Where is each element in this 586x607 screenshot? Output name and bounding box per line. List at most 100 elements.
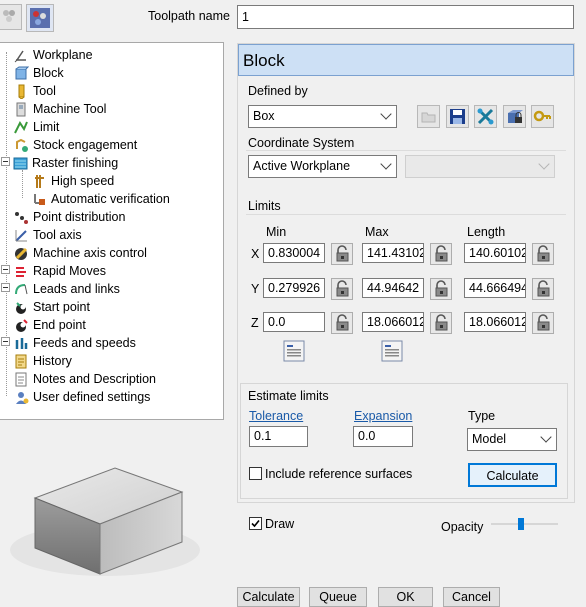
tool-axis-icon	[14, 228, 28, 242]
block-lock-icon[interactable]	[503, 105, 526, 128]
notes-icon	[14, 372, 28, 387]
chevron-down-icon	[380, 108, 392, 120]
preview-icon[interactable]	[26, 4, 54, 32]
length-header: Length	[467, 225, 506, 239]
z-length-input[interactable]: 18.066012	[464, 312, 526, 332]
lock-icon[interactable]	[331, 243, 353, 265]
tree-expander-icon[interactable]	[1, 265, 10, 274]
tree-expander-icon[interactable]	[1, 157, 10, 166]
expansion-input[interactable]: 0.0	[353, 426, 413, 447]
min-table-icon[interactable]	[283, 340, 305, 362]
tree-item-label: Tool	[33, 84, 56, 98]
opacity-slider-thumb[interactable]	[518, 518, 524, 530]
tree-item-label: Start point	[33, 300, 90, 314]
panel-title: Block	[243, 51, 285, 70]
tolerance-input[interactable]: 0.1	[249, 426, 308, 447]
include-reference-label: Include reference surfaces	[265, 467, 413, 481]
tree-item-label: User defined settings	[33, 390, 151, 404]
key-icon[interactable]	[531, 105, 554, 128]
lock-icon[interactable]	[532, 243, 554, 265]
tree-connector	[22, 170, 23, 198]
axis-label-y: Y	[251, 282, 260, 296]
tree-expander-icon[interactable]	[1, 337, 10, 346]
high-speed-icon	[32, 174, 46, 188]
opacity-slider[interactable]	[491, 518, 558, 530]
chevron-down-icon	[540, 431, 552, 443]
toolpath-name-input[interactable]: 1	[237, 5, 574, 29]
draw-label: Draw	[265, 517, 295, 531]
panel-title-bar: Block	[238, 44, 574, 76]
queue-button[interactable]: Queue	[309, 587, 367, 607]
axis-label-z: Z	[251, 316, 259, 330]
include-reference-checkbox[interactable]	[249, 467, 262, 480]
opacity-slider-track	[491, 523, 558, 525]
x-min-input[interactable]: 0.830004	[263, 243, 325, 263]
calculate-button[interactable]: Calculate	[237, 587, 300, 607]
workplane-select[interactable]	[405, 155, 555, 178]
stock-engagement-icon	[14, 138, 28, 152]
toolpath-name-label: Toolpath name	[148, 9, 231, 23]
axis-label-x: X	[251, 247, 260, 261]
max-table-icon[interactable]	[381, 340, 403, 362]
checkmark-icon	[251, 519, 260, 528]
component-thickness-icon[interactable]	[0, 4, 22, 30]
machine-tool-icon	[14, 102, 28, 117]
save-icon[interactable]	[446, 105, 469, 128]
lock-icon[interactable]	[430, 312, 452, 334]
z-min-input[interactable]: 0.0	[263, 312, 325, 332]
tree-item-label: Raster finishing	[32, 156, 119, 170]
open-folder-icon[interactable]	[417, 105, 440, 128]
lock-icon[interactable]	[331, 312, 353, 334]
workplane-icon	[14, 48, 28, 63]
tree-item-label: Notes and Description	[33, 372, 156, 386]
limits-label: Limits	[248, 199, 281, 213]
lock-icon[interactable]	[532, 278, 554, 300]
y-length-input[interactable]: 44.666494	[464, 278, 526, 298]
tree-item-label: Stock engagement	[33, 138, 138, 152]
tree-item-label: Point distribution	[33, 210, 126, 224]
start-point-icon	[14, 300, 28, 314]
tool-icon	[14, 84, 28, 100]
lock-icon[interactable]	[532, 312, 554, 334]
tree-item-label: Leads and links	[33, 282, 120, 296]
coordinate-system-select[interactable]: Active Workplane	[248, 155, 397, 178]
ok-button[interactable]: OK	[378, 587, 433, 607]
expansion-link[interactable]: Expansion	[354, 409, 412, 423]
verification-icon	[32, 192, 46, 206]
cancel-button[interactable]: Cancel	[443, 587, 500, 607]
lock-icon[interactable]	[430, 278, 452, 300]
defined-by-select[interactable]: Box	[248, 105, 397, 128]
type-value: Model	[472, 432, 507, 446]
chevron-down-icon	[538, 158, 550, 170]
user-settings-icon	[14, 390, 29, 404]
lock-icon[interactable]	[430, 243, 452, 265]
type-select[interactable]: Model	[467, 428, 557, 451]
type-label: Type	[468, 409, 496, 423]
tree-expander-icon[interactable]	[1, 283, 10, 292]
tolerance-link[interactable]: Tolerance	[249, 409, 303, 423]
lock-icon[interactable]	[331, 278, 353, 300]
y-min-input[interactable]: 0.279926	[263, 278, 325, 298]
tree-item-label: High speed	[51, 174, 115, 188]
tree-item-label: Machine Tool	[33, 102, 107, 116]
tree-item-label: Rapid Moves	[33, 264, 106, 278]
block-preview-image	[10, 467, 200, 576]
draw-checkbox[interactable]	[249, 517, 262, 530]
tree-item-label: History	[33, 354, 72, 368]
chevron-down-icon	[380, 158, 392, 170]
x-max-input[interactable]: 141.43102	[362, 243, 424, 263]
y-max-input[interactable]: 44.94642	[362, 278, 424, 298]
tree-item-label: Block	[33, 66, 64, 80]
point-distribution-icon	[14, 210, 28, 224]
raster-finishing-icon	[13, 156, 28, 170]
opacity-label: Opacity	[441, 520, 484, 534]
block-icon	[14, 66, 30, 80]
x-length-input[interactable]: 140.60102	[464, 243, 526, 263]
min-header: Min	[266, 225, 287, 239]
block-preview	[0, 440, 230, 590]
calculate-limits-button[interactable]: Calculate	[468, 463, 557, 487]
tree-item-label: Feeds and speeds	[33, 336, 136, 350]
defined-by-label: Defined by	[248, 84, 308, 98]
z-max-input[interactable]: 18.066012	[362, 312, 424, 332]
toolpath-edit-icon[interactable]	[474, 105, 497, 128]
